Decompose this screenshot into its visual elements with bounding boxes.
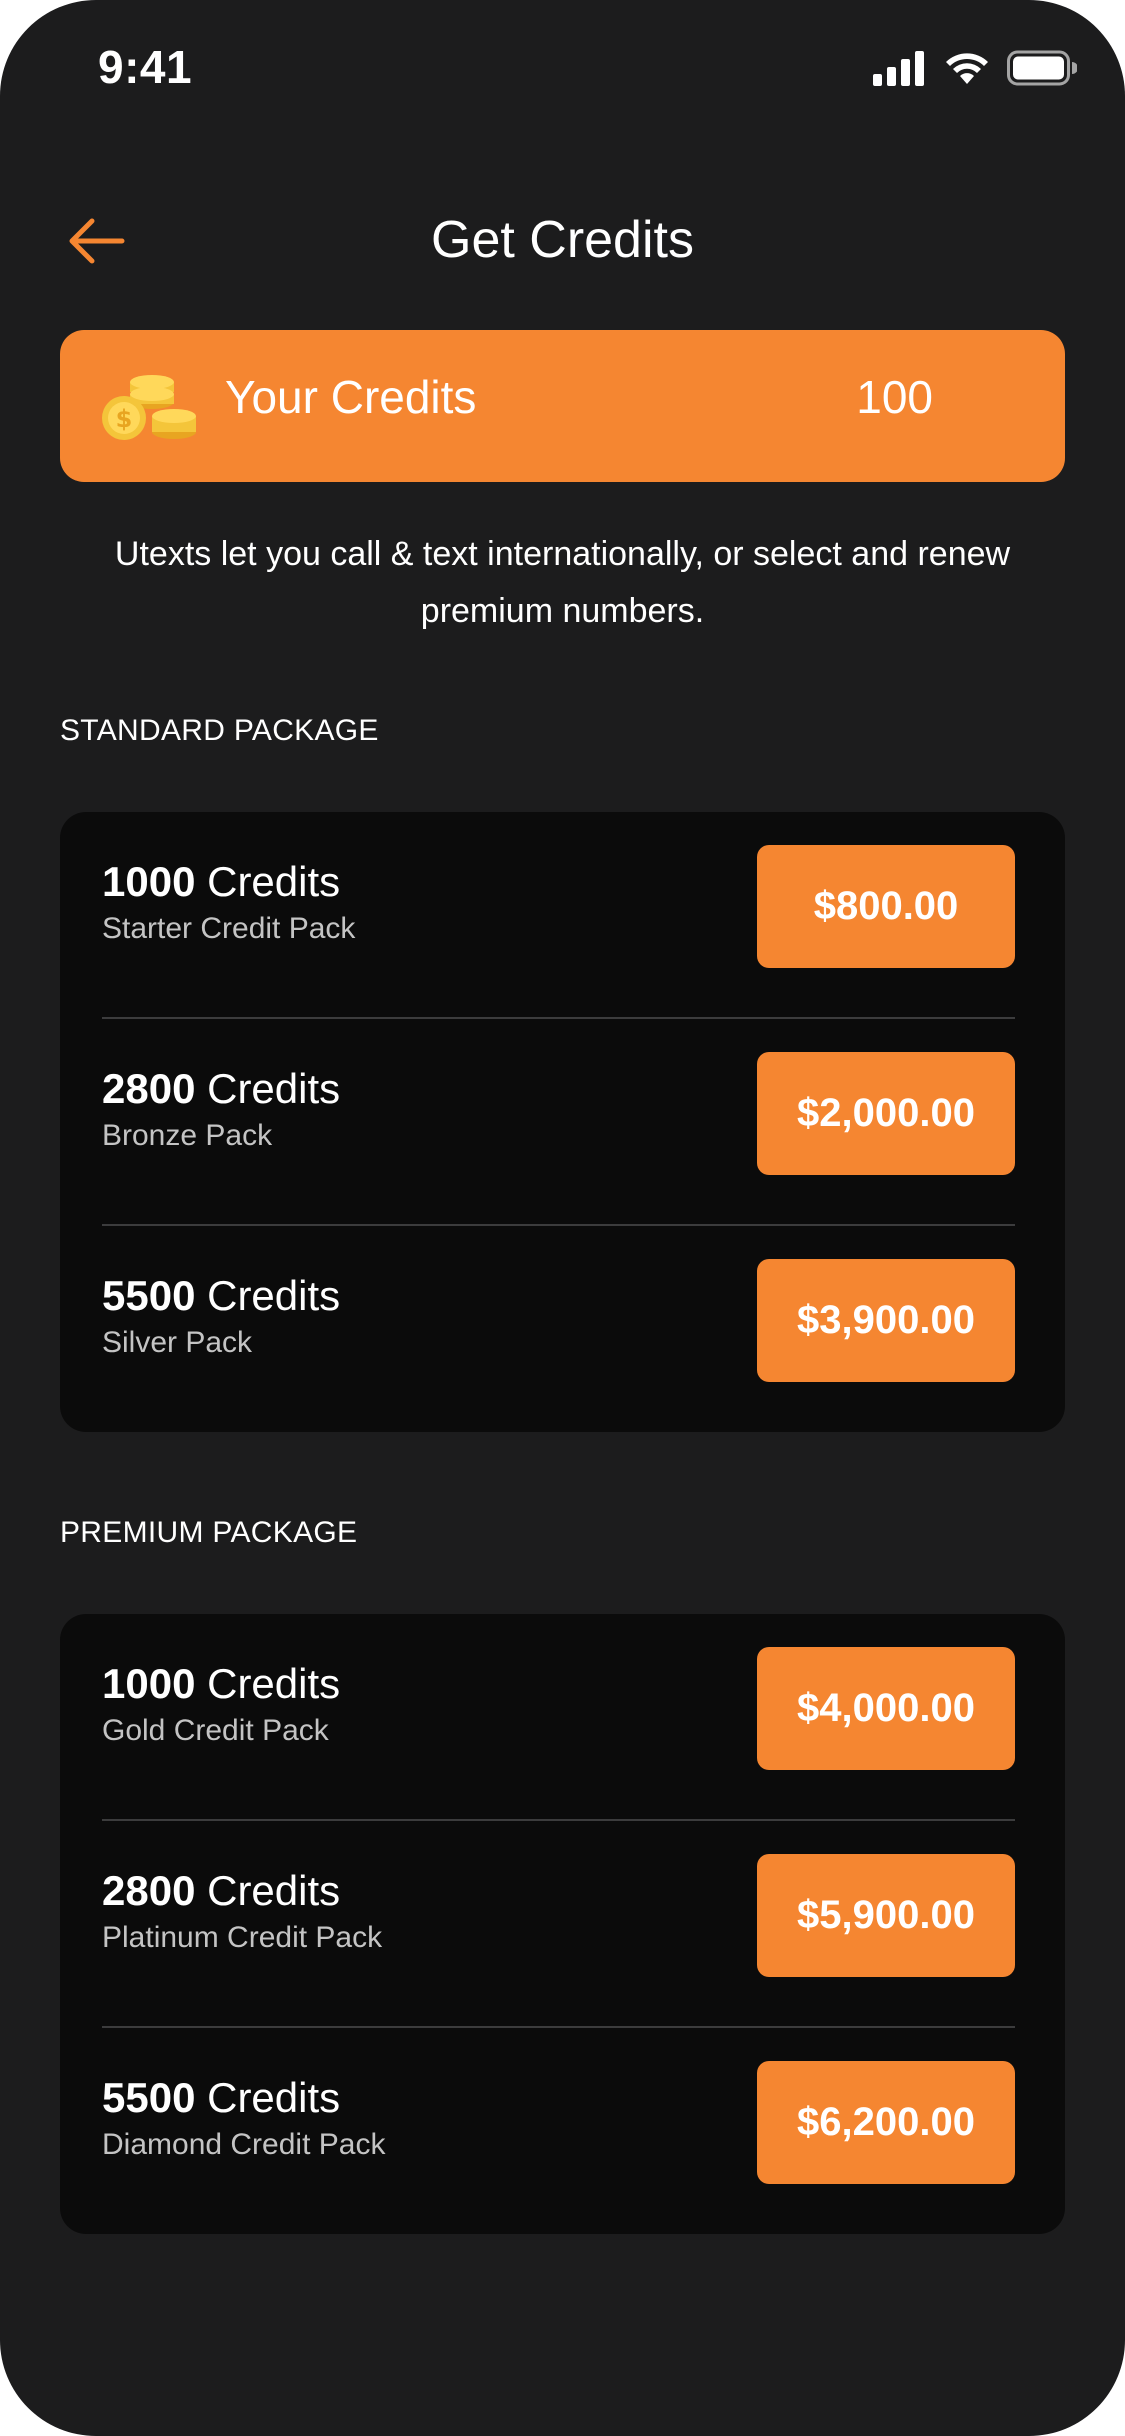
premium-package-card: 1000 Credits Gold Credit Pack $4,000.00 …	[60, 1614, 1065, 2234]
your-credits-label: Your Credits	[225, 371, 477, 423]
package-name: Starter Credit Pack	[102, 912, 356, 945]
phone-screen: 9:41 Get Credits $ Your Credits 100 Utex…	[0, 0, 1125, 2436]
package-row: 2800 Credits Platinum Credit Pack $5,900…	[102, 1821, 1015, 2028]
package-title: 1000 Credits	[102, 858, 340, 906]
package-row: 1000 Credits Starter Credit Pack $800.00	[102, 812, 1015, 1019]
package-unit: Credits	[207, 1272, 341, 1319]
package-unit: Credits	[207, 1867, 341, 1914]
standard-package-card: 1000 Credits Starter Credit Pack $800.00…	[60, 812, 1065, 1432]
package-name: Platinum Credit Pack	[102, 1921, 383, 1954]
status-time: 9:41	[98, 41, 193, 93]
coins-icon: $	[102, 375, 196, 440]
package-row: 5500 Credits Silver Pack $3,900.00	[102, 1226, 1015, 1433]
package-unit: Credits	[207, 858, 341, 905]
package-title: 2800 Credits	[102, 1065, 340, 1113]
package-name: Diamond Credit Pack	[102, 2128, 386, 2161]
package-amount: 2800	[102, 1065, 196, 1112]
buy-price-button[interactable]: $6,200.00	[757, 2061, 1015, 2184]
package-amount: 2800	[102, 1867, 196, 1914]
package-amount: 1000	[102, 1660, 196, 1707]
package-row: 5500 Credits Diamond Credit Pack $6,200.…	[102, 2028, 1015, 2235]
package-title: 1000 Credits	[102, 1660, 340, 1708]
credits-balance-card: $ Your Credits 100	[60, 330, 1065, 482]
package-name: Gold Credit Pack	[102, 1714, 329, 1747]
package-unit: Credits	[207, 1660, 341, 1707]
package-unit: Credits	[207, 2074, 341, 2121]
svg-text:$: $	[116, 405, 133, 433]
package-name: Bronze Pack	[102, 1119, 273, 1152]
buy-price-button[interactable]: $2,000.00	[757, 1052, 1015, 1175]
package-row: 1000 Credits Gold Credit Pack $4,000.00	[102, 1614, 1015, 1821]
buy-price-button[interactable]: $5,900.00	[757, 1854, 1015, 1977]
package-name: Silver Pack	[102, 1326, 253, 1359]
status-icons	[871, 50, 1077, 86]
page-title: Get Credits	[431, 211, 694, 269]
buy-price-button[interactable]: $3,900.00	[757, 1259, 1015, 1382]
buy-price-button[interactable]: $4,000.00	[757, 1647, 1015, 1770]
package-amount: 1000	[102, 858, 196, 905]
package-row: 2800 Credits Bronze Pack $2,000.00	[102, 1019, 1015, 1226]
package-title: 5500 Credits	[102, 1272, 340, 1320]
credits-balance-value: 100	[856, 371, 933, 423]
package-title: 2800 Credits	[102, 1867, 340, 1915]
package-amount: 5500	[102, 2074, 196, 2121]
wifi-icon	[946, 53, 988, 84]
premium-package-heading: PREMIUM PACKAGE	[60, 1516, 358, 1549]
buy-price-button[interactable]: $800.00	[757, 845, 1015, 968]
package-unit: Credits	[207, 1065, 341, 1112]
package-amount: 5500	[102, 1272, 196, 1319]
package-title: 5500 Credits	[102, 2074, 340, 2122]
battery-icon	[1007, 50, 1077, 86]
signal-icon	[873, 51, 924, 86]
credits-description: Utexts let you call & text international…	[114, 535, 1011, 630]
standard-package-heading: STANDARD PACKAGE	[60, 714, 379, 747]
